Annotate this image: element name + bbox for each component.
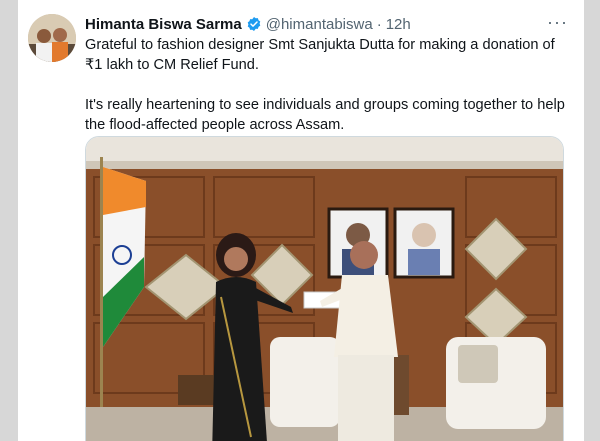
photo-image [86, 137, 563, 441]
tweet-header: Himanta Biswa Sarma @himantabiswa · 12h … [85, 12, 572, 34]
tweet-timestamp[interactable]: 12h [386, 16, 411, 33]
tweet-paragraph-2: It's really heartening to see individual… [85, 97, 565, 133]
verified-badge-icon [247, 17, 261, 31]
more-dots-icon[interactable]: ··· [547, 12, 568, 33]
author-name[interactable]: Himanta Biswa Sarma [85, 16, 242, 33]
tweet-photo[interactable] [85, 136, 564, 441]
author-handle[interactable]: @himantabiswa [266, 16, 373, 33]
tweet-text: Grateful to fashion designer Smt Sanjukt… [85, 35, 565, 135]
separator-dot: · [376, 15, 382, 33]
avatar-image [28, 14, 76, 62]
tweet-card[interactable]: Himanta Biswa Sarma @himantabiswa · 12h … [18, 0, 584, 441]
tweet-paragraph-1: Grateful to fashion designer Smt Sanjukt… [85, 37, 555, 73]
author-avatar[interactable] [28, 14, 76, 62]
